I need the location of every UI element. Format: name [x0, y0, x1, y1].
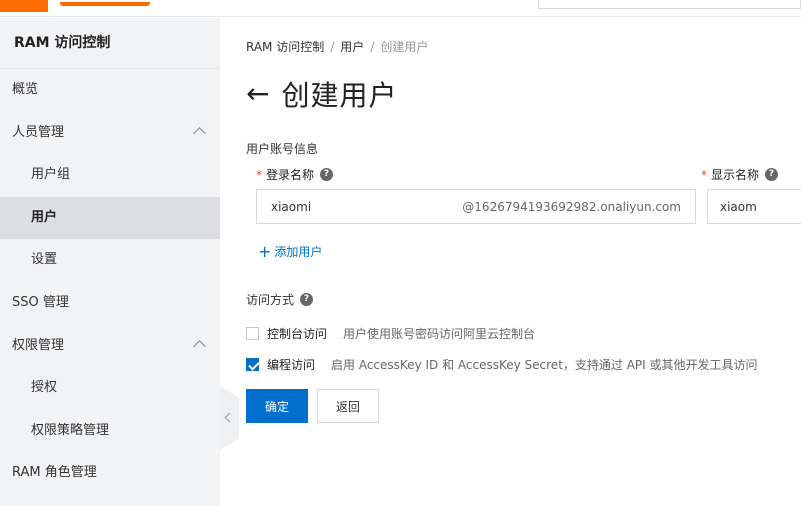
display-name-label: * 显示名称 ? [701, 166, 779, 183]
breadcrumb-item-users[interactable]: 用户 [340, 40, 364, 54]
sidebar-item-label: 用户组 [31, 167, 71, 183]
programmatic-access-option[interactable]: 编程访问 启用 AccessKey ID 和 AccessKey Secret，… [246, 356, 758, 373]
breadcrumb-item-ram[interactable]: RAM 访问控制 [246, 40, 324, 54]
help-icon[interactable]: ? [320, 168, 334, 181]
add-user-label: 添加用户 [274, 245, 323, 259]
breadcrumb-separator: / [330, 40, 335, 54]
breadcrumb-separator: / [370, 40, 375, 54]
chevron-up-icon[interactable] [193, 126, 206, 140]
login-name-label: * 登录名称 ? [256, 166, 334, 183]
console-access-checkbox[interactable] [246, 327, 259, 340]
sidebar-item-ram-roles[interactable]: RAM 角色管理 [0, 452, 220, 495]
page-title: 创建用户 [281, 79, 398, 112]
page-header: ← 创建用户 [246, 74, 397, 114]
access-method-label-text: 访问方式 [246, 293, 295, 307]
plus-icon: + [258, 241, 272, 261]
help-icon[interactable]: ? [300, 293, 314, 306]
back-button[interactable]: 返回 [317, 389, 379, 423]
sidebar-item-sso[interactable]: SSO 管理 [0, 282, 220, 325]
breadcrumb-current: 创建用户 [380, 40, 429, 54]
display-name-label-text: 显示名称 [711, 168, 760, 182]
sidebar-item-groups[interactable]: 用户组 [0, 154, 220, 197]
global-search-input[interactable] [538, 0, 801, 9]
sidebar-item-settings[interactable]: 设置 [0, 239, 220, 282]
login-name-input[interactable]: xiaomi @1626794193692982.onaliyun.com [256, 189, 696, 224]
sidebar-title: RAM 访问控制 [0, 18, 220, 69]
login-name-value: xiaomi [271, 199, 312, 214]
sidebar-item-label: RAM 角色管理 [12, 465, 97, 481]
display-name-input[interactable]: xiaom [707, 189, 801, 224]
sidebar: RAM 访问控制 概览 人员管理 用户组 用户 设置 SSO 管理 权限管理 授… [0, 18, 220, 506]
chevron-up-icon[interactable] [193, 339, 206, 353]
sidebar-item-users[interactable]: 用户 [0, 196, 220, 240]
sidebar-item-label: 概览 [12, 82, 39, 97]
programmatic-access-description: 启用 AccessKey ID 和 AccessKey Secret，支持通过 … [331, 358, 758, 372]
sidebar-item-label: 授权 [31, 380, 58, 396]
sidebar-item-permission-management[interactable]: 权限管理 [0, 325, 220, 368]
sidebar-item-label: 用户 [31, 209, 58, 225]
sidebar-item-label: 设置 [31, 252, 58, 268]
display-name-value: xiaom [720, 199, 757, 214]
confirm-button[interactable]: 确定 [246, 389, 308, 423]
required-mark: * [256, 167, 262, 182]
breadcrumb: RAM 访问控制 / 用户 / 创建用户 [246, 38, 428, 55]
console-menu-icon[interactable] [0, 0, 48, 12]
sidebar-item-label: 权限策略管理 [31, 422, 110, 438]
back-arrow-icon[interactable]: ← [246, 80, 269, 108]
main-content: RAM 访问控制 / 用户 / 创建用户 ← 创建用户 用户账号信息 * 登录名称 ? … [220, 18, 801, 506]
add-user-link[interactable]: + 添加用户 [258, 243, 322, 260]
sidebar-item-label: 人员管理 [12, 124, 65, 140]
help-icon[interactable]: ? [765, 168, 779, 181]
console-access-description: 用户使用账号密码访问阿里云控制台 [343, 327, 536, 341]
top-bar [0, 0, 801, 17]
programmatic-access-label: 编程访问 [267, 358, 316, 372]
brand-logo[interactable] [60, 0, 150, 6]
console-access-label: 控制台访问 [267, 327, 328, 341]
access-method-label: 访问方式 ? [246, 291, 314, 308]
console-access-option[interactable]: 控制台访问 用户使用账号密码访问阿里云控制台 [246, 325, 535, 342]
sidebar-item-label: SSO 管理 [12, 294, 69, 310]
sidebar-item-grants[interactable]: 授权 [0, 367, 220, 410]
sidebar-item-label: 权限管理 [12, 337, 65, 353]
sidebar-item-policies[interactable]: 权限策略管理 [0, 410, 220, 453]
login-name-label-text: 登录名称 [266, 168, 315, 182]
required-mark: * [701, 167, 707, 182]
sidebar-item-identity-management[interactable]: 人员管理 [0, 112, 220, 155]
login-name-domain-suffix: @1626794193692982.onaliyun.com [462, 199, 681, 214]
sidebar-item-overview[interactable]: 概览 [0, 69, 220, 112]
section-label-account-info: 用户账号信息 [246, 142, 319, 156]
programmatic-access-checkbox[interactable] [246, 358, 259, 371]
